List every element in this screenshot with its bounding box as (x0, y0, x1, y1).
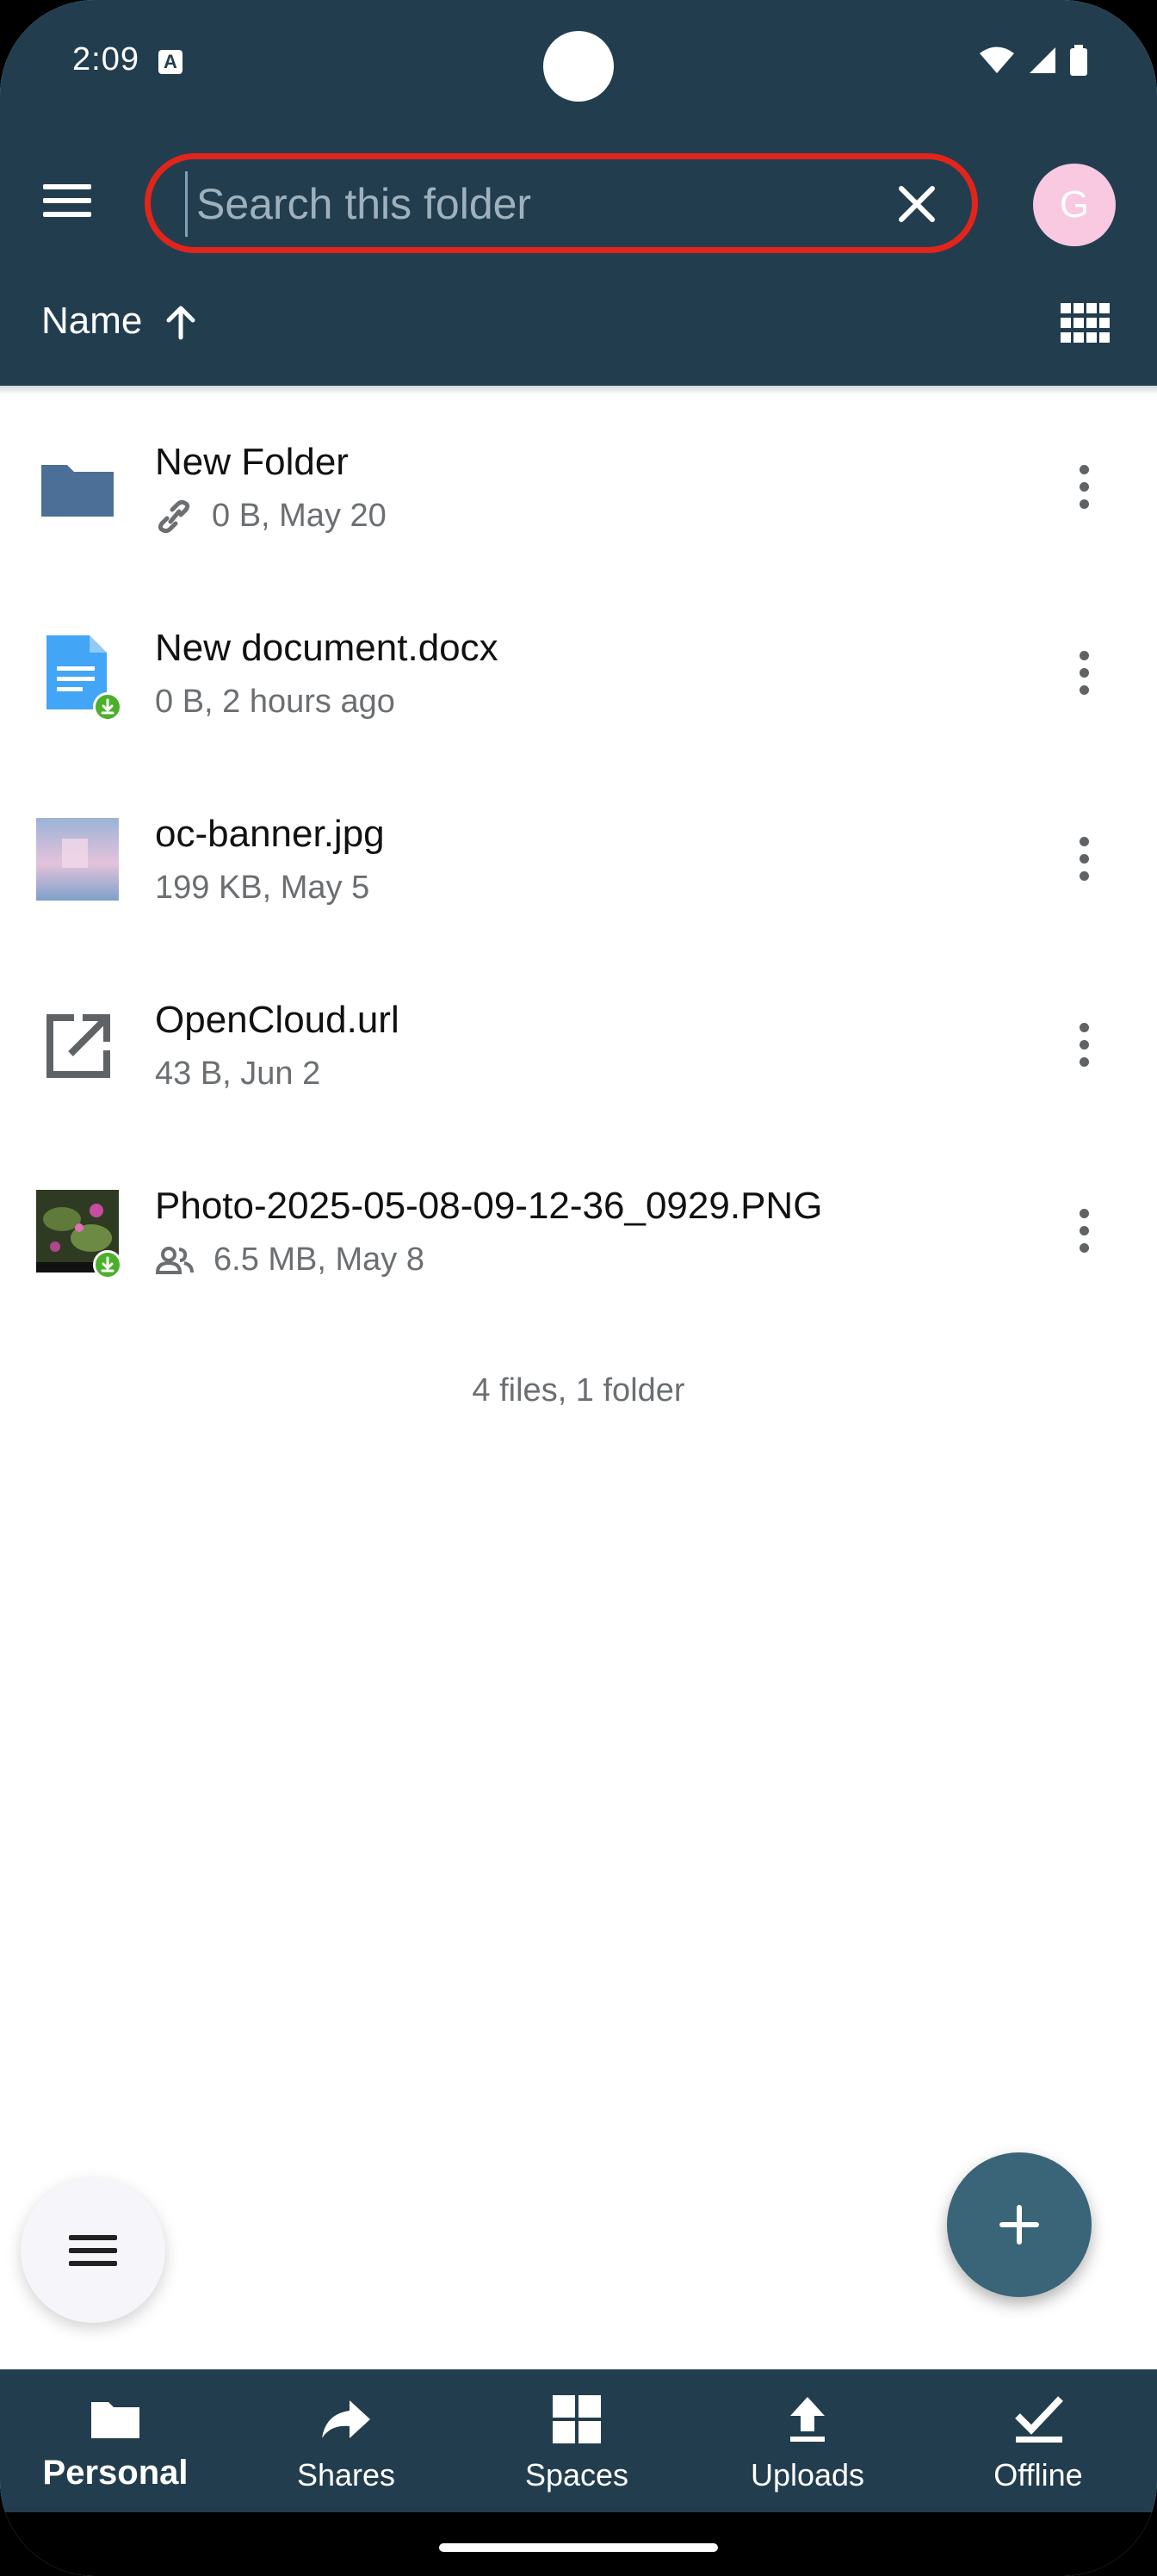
menu-fab[interactable] (21, 2178, 165, 2323)
app-bar: G (0, 146, 1157, 258)
list-item[interactable]: OpenCloud.url 43 B, Jun 2 (0, 954, 1157, 1140)
file-meta: 199 KB, May 5 (155, 870, 369, 907)
file-name: OpenCloud.url (155, 999, 399, 1041)
status-time: 2:09 (72, 41, 139, 77)
arrow-up-icon[interactable] (164, 303, 198, 341)
close-icon[interactable] (891, 178, 943, 230)
nav-label: Personal (42, 2454, 189, 2492)
bottom-navigation: Personal Shares Spaces Uploads Offline (0, 2369, 1157, 2512)
file-name: oc-banner.jpg (155, 813, 385, 855)
file-name: New document.docx (155, 627, 498, 669)
file-meta: 43 B, Jun 2 (155, 1056, 320, 1093)
file-meta-text: 6.5 MB, May 8 (213, 1242, 424, 1278)
wifi-icon (980, 46, 1014, 73)
grid-view-icon[interactable] (1061, 303, 1111, 346)
more-options-icon[interactable] (1071, 651, 1097, 706)
nav-label: Spaces (524, 2457, 629, 2492)
avatar[interactable]: G (1033, 164, 1116, 246)
upload-icon (790, 2397, 825, 2442)
home-gesture-bar[interactable] (439, 2543, 718, 2552)
share-arrow-icon (322, 2400, 370, 2438)
nav-item-spaces[interactable]: Spaces (461, 2369, 692, 2512)
file-name: Photo-2025-05-08-09-12-36_0929.PNG (155, 1185, 823, 1227)
nav-label: Shares (296, 2457, 396, 2492)
file-meta-text: 0 B, May 20 (212, 498, 387, 534)
nav-item-shares[interactable]: Shares (231, 2369, 461, 2512)
nav-label: Offline (993, 2457, 1083, 2492)
file-meta: 0 B, May 20 (155, 498, 387, 535)
folder-icon (41, 465, 114, 517)
nav-item-uploads[interactable]: Uploads (692, 2369, 923, 2512)
list-item[interactable]: Photo-2025-05-08-09-12-36_0929.PNG 6.5 M… (0, 1140, 1157, 1326)
signal-icon (1030, 47, 1055, 73)
menu-icon[interactable] (43, 177, 102, 229)
check-icon (1015, 2396, 1063, 2443)
image-thumbnail (36, 818, 119, 901)
add-button[interactable] (947, 2152, 1092, 2297)
grid-icon (553, 2395, 601, 2443)
downloaded-badge-icon (93, 692, 122, 721)
plus-icon (999, 2205, 1039, 2245)
camera-cutout (543, 31, 614, 102)
phone-screen: 2:09 A G Name New F (0, 0, 1157, 2576)
external-link-icon (46, 1014, 110, 1078)
search-input[interactable] (185, 171, 857, 237)
list-item[interactable]: New document.docx 0 B, 2 hours ago (0, 582, 1157, 768)
more-options-icon[interactable] (1071, 465, 1097, 520)
downloaded-badge-icon (93, 1250, 122, 1279)
file-meta: 0 B, 2 hours ago (155, 684, 395, 721)
file-name: New Folder (155, 441, 349, 483)
nav-item-personal[interactable]: Personal (0, 2369, 231, 2512)
nav-label: Uploads (750, 2457, 865, 2492)
search-field[interactable] (145, 153, 978, 253)
nav-item-offline[interactable]: Offline (923, 2369, 1154, 2512)
list-item[interactable]: New Folder 0 B, May 20 (0, 396, 1157, 582)
file-meta-text: 43 B, Jun 2 (155, 1056, 321, 1092)
file-count-summary: 4 files, 1 folder (472, 1372, 685, 1409)
sort-button[interactable]: Name (41, 300, 142, 343)
battery-icon (1070, 45, 1087, 76)
toolbar-shadow (0, 386, 1157, 394)
status-icons (978, 45, 1088, 76)
list-item[interactable]: oc-banner.jpg 199 KB, May 5 (0, 768, 1157, 954)
link-icon (158, 499, 190, 533)
folder-icon (91, 2402, 139, 2438)
shared-people-icon (155, 1246, 194, 1274)
sort-bar: Name (0, 274, 1157, 386)
more-options-icon[interactable] (1071, 837, 1097, 892)
file-meta: 6.5 MB, May 8 (155, 1242, 424, 1279)
file-meta-text: 199 KB, May 5 (155, 870, 370, 906)
notification-a-icon: A (158, 50, 183, 74)
file-meta-text: 0 B, 2 hours ago (155, 684, 395, 720)
status-bar: 2:09 A (0, 0, 1157, 129)
more-options-icon[interactable] (1071, 1023, 1097, 1078)
more-options-icon[interactable] (1071, 1209, 1097, 1264)
gesture-area (0, 2512, 1157, 2576)
